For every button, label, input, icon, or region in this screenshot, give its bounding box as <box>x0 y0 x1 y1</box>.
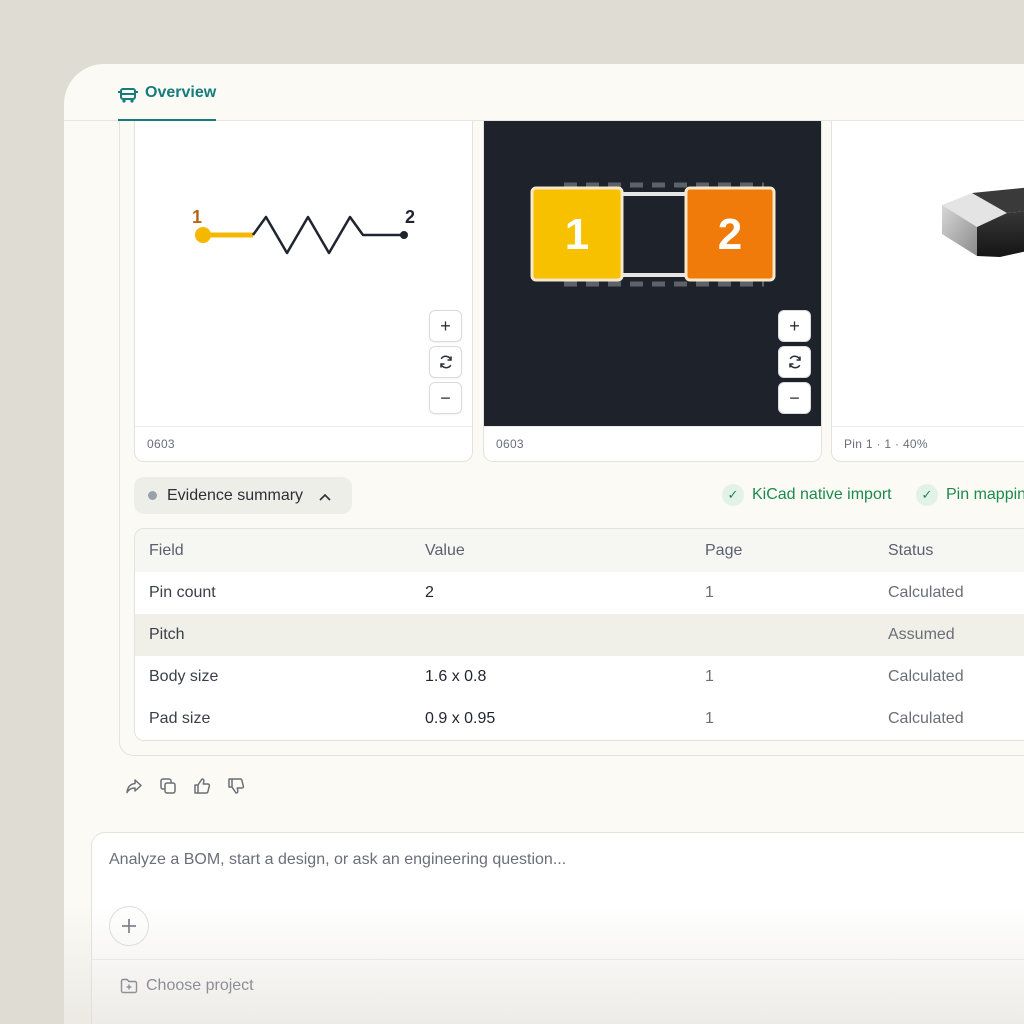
refresh-icon <box>439 355 452 369</box>
value-cell: 1.6 x 0.8 <box>425 668 487 685</box>
tab-overview[interactable]: Overview <box>118 84 217 121</box>
footprint-drawing: 1 2 <box>530 182 776 287</box>
chevron-up-icon <box>319 488 331 504</box>
bus-icon <box>118 88 138 103</box>
composer-input[interactable]: Analyze a BOM, start a design, or ask an… <box>109 851 566 869</box>
column-header: Status <box>888 541 934 559</box>
tab-overview-label: Overview <box>145 84 217 101</box>
attach-button[interactable] <box>109 906 149 946</box>
value-cell: 0.9 x 0.95 <box>425 710 496 727</box>
thumbs-up-icon[interactable] <box>192 776 212 796</box>
page-cell: 1 <box>705 668 714 685</box>
pad-2-label: 2 <box>718 210 742 259</box>
evidence-summary-toggle[interactable]: Evidence summary <box>134 477 352 514</box>
status-cell: Assumed <box>888 626 955 643</box>
zoom-controls: + − <box>778 310 811 414</box>
pin2-label: 2 <box>405 207 415 227</box>
evidence-summary-label: Evidence summary <box>167 486 304 504</box>
pad-1-label: 1 <box>565 210 589 259</box>
check-icon: ✓ <box>916 484 938 506</box>
table-row[interactable]: Body size 1.6 x 0.8 1 Calculated <box>135 656 1024 698</box>
body-outline <box>619 192 689 277</box>
choose-project-button[interactable]: Choose project <box>92 959 1024 1011</box>
status-cell: Calculated <box>888 668 964 685</box>
zoom-out-button[interactable]: − <box>778 382 811 414</box>
resistor-symbol: 1 2 <box>192 207 415 255</box>
model-3d-footer: Pin 1 · 1 · 40% <box>832 426 1024 461</box>
value-cell: 2 <box>425 584 434 601</box>
field-cell: Body size <box>149 668 219 685</box>
resistor-zigzag <box>251 215 404 255</box>
page-cell: 1 <box>705 584 714 601</box>
footprint-footer: 0603 <box>484 426 821 461</box>
column-header: Value <box>425 541 465 559</box>
evidence-row: Evidence summary ✓ KiCad native import ✓… <box>134 477 1024 514</box>
zoom-controls: + − <box>429 310 462 414</box>
table-row[interactable]: Pin count 2 1 Calculated <box>135 572 1024 614</box>
resistor-3d-model <box>942 187 1024 257</box>
schematic-footer: 0603 <box>135 426 472 461</box>
copy-icon[interactable] <box>158 776 178 796</box>
plus-icon <box>122 919 136 933</box>
message-composer: Analyze a BOM, start a design, or ask an… <box>91 832 1024 1024</box>
refresh-icon <box>788 355 801 369</box>
zoom-in-button[interactable]: + <box>778 310 811 342</box>
column-header: Page <box>705 541 743 559</box>
evidence-chip-label: KiCad native import <box>752 486 892 503</box>
reset-view-button[interactable] <box>429 346 462 378</box>
model-3d-view[interactable] <box>832 121 1024 427</box>
schematic-panel: 1 2 + − 0603 <box>134 121 473 462</box>
reset-view-button[interactable] <box>778 346 811 378</box>
table-header-row: Field Value Page Status <box>135 529 1024 572</box>
evidence-chip: ✓ Pin mapping <box>916 484 1024 506</box>
pin1-label: 1 <box>192 207 202 227</box>
table-row[interactable]: Pitch Assumed <box>135 614 1024 656</box>
field-cell: Pitch <box>149 626 185 643</box>
model-3d-panel: Pin 1 · 1 · 40% <box>831 121 1024 462</box>
footprint-view[interactable]: 1 2 + − <box>484 121 821 427</box>
pin2-dot <box>400 231 408 239</box>
pin1-dot <box>195 227 211 243</box>
status-dot <box>148 491 157 500</box>
status-cell: Calculated <box>888 710 964 727</box>
column-header: Field <box>149 541 184 559</box>
message-actions <box>124 776 246 796</box>
folder-plus-icon <box>120 978 138 993</box>
thumbs-down-icon[interactable] <box>226 776 246 796</box>
choose-project-label: Choose project <box>146 976 254 994</box>
evidence-table: Field Value Page Status Pin count 2 1 Ca… <box>134 528 1024 741</box>
schematic-view[interactable]: 1 2 + − <box>135 121 472 427</box>
table-row[interactable]: Pad size 0.9 x 0.95 1 Calculated <box>135 698 1024 740</box>
footprint-panel: 1 2 + − 0603 <box>483 121 822 462</box>
field-cell: Pad size <box>149 710 211 727</box>
zoom-out-button[interactable]: − <box>429 382 462 414</box>
evidence-chip: ✓ KiCad native import <box>722 484 892 506</box>
app-window: Overview 1 2 + − 0603 1 2 + − 0603 Pin 1… <box>64 64 1024 1024</box>
share-icon[interactable] <box>124 776 144 796</box>
evidence-chip-label: Pin mapping <box>946 486 1024 503</box>
status-cell: Calculated <box>888 584 964 601</box>
tab-bar: Overview <box>64 64 1024 121</box>
zoom-in-button[interactable]: + <box>429 310 462 342</box>
check-icon: ✓ <box>722 484 744 506</box>
field-cell: Pin count <box>149 584 216 601</box>
page-cell: 1 <box>705 710 714 727</box>
